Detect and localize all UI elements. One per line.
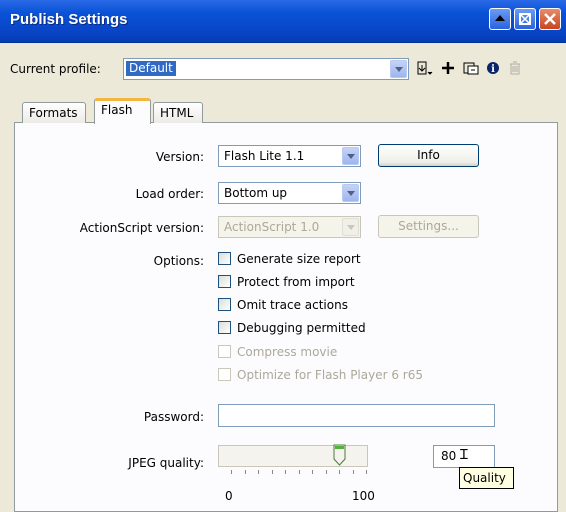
settings-button-label: Settings... — [398, 219, 459, 233]
password-input[interactable] — [218, 404, 495, 427]
chevron-down-icon — [342, 218, 359, 236]
slider-ticks — [231, 470, 367, 475]
debugging-permitted-checkbox[interactable]: Debugging permitted — [218, 321, 366, 341]
tab-html[interactable]: HTML — [153, 102, 203, 123]
slider-tick — [298, 470, 300, 474]
load-order-label: Load order: — [135, 187, 204, 201]
slider-tick — [258, 470, 259, 474]
version-value: Flash Lite 1.1 — [224, 149, 305, 163]
current-profile-label: Current profile: — [10, 62, 101, 76]
actionscript-version-select: ActionScript 1.0 — [218, 216, 361, 238]
load-order-value: Bottom up — [224, 186, 288, 200]
settings-button: Settings... — [378, 215, 479, 238]
option-label: Protect from import — [237, 275, 355, 289]
jpeg-quality-input[interactable]: 80 Ɪ — [433, 445, 495, 468]
chevron-down-icon[interactable] — [342, 147, 359, 165]
duplicate-profile-icon[interactable] — [461, 58, 481, 80]
slider-tick — [231, 470, 232, 474]
current-profile-select[interactable]: Default — [123, 58, 409, 80]
current-profile-value: Default — [126, 61, 176, 76]
omit-trace-actions-checkbox[interactable]: Omit trace actions — [218, 298, 348, 318]
delete-profile-icon — [505, 58, 525, 80]
title-bar: Publish Settings — [0, 0, 566, 43]
chevron-down-icon[interactable] — [342, 184, 359, 202]
restore-icon[interactable] — [514, 8, 536, 30]
import-export-icon[interactable] — [414, 58, 434, 80]
option-label: Generate size report — [237, 252, 361, 266]
version-label: Version: — [155, 150, 204, 164]
option-label: Optimize for Flash Player 6 r65 — [237, 368, 424, 382]
text-cursor-icon: Ɪ — [460, 447, 468, 463]
chevron-down-icon[interactable] — [390, 60, 407, 78]
version-select[interactable]: Flash Lite 1.1 — [218, 145, 361, 167]
info-button[interactable]: Info — [378, 144, 479, 167]
protect-from-import-checkbox[interactable]: Protect from import — [218, 275, 355, 295]
checkbox-box — [218, 345, 231, 358]
option-label: Omit trace actions — [237, 298, 348, 312]
tab-formats[interactable]: Formats — [22, 102, 86, 123]
actionscript-version-value: ActionScript 1.0 — [224, 220, 320, 234]
password-label: Password: — [143, 410, 204, 424]
generate-size-report-checkbox[interactable]: Generate size report — [218, 252, 361, 272]
checkbox-box — [218, 368, 231, 381]
close-icon[interactable] — [539, 8, 561, 30]
quality-tooltip: Quality — [459, 467, 514, 489]
scale-min-label: 0 — [225, 489, 233, 503]
window-title: Publish Settings — [10, 11, 128, 28]
checkbox-box[interactable] — [218, 321, 231, 334]
tab-flash[interactable]: Flash — [94, 98, 151, 124]
slider-tick — [271, 470, 273, 474]
jpeg-quality-slider[interactable] — [218, 445, 368, 467]
compress-movie-checkbox: Compress movie — [218, 345, 337, 365]
options-label: Options: — [153, 254, 204, 268]
slider-tick — [285, 470, 286, 474]
tab-flash-label: Flash — [101, 103, 133, 117]
scale-max-label: 100 — [352, 489, 375, 503]
jpeg-quality-value: 80 — [441, 449, 457, 463]
tab-html-label: HTML — [160, 106, 194, 120]
slider-tick — [325, 470, 327, 474]
actionscript-version-label: ActionScript version: — [79, 221, 204, 235]
slider-tick — [244, 470, 246, 474]
slider-tick — [339, 470, 340, 474]
tab-formats-label: Formats — [29, 106, 78, 120]
load-order-select[interactable]: Bottom up — [218, 182, 361, 204]
add-profile-icon[interactable] — [438, 58, 458, 80]
svg-text:i: i — [491, 64, 495, 75]
optimize-flash-player-checkbox: Optimize for Flash Player 6 r65 — [218, 368, 423, 388]
info-button-label: Info — [417, 148, 440, 162]
profile-info-icon[interactable]: i — [483, 58, 503, 80]
option-label: Debugging permitted — [237, 321, 366, 335]
slider-tick — [366, 470, 367, 474]
slider-tick — [352, 470, 354, 474]
slider-thumb[interactable] — [333, 444, 346, 466]
option-label: Compress movie — [237, 345, 338, 359]
checkbox-box[interactable] — [218, 252, 231, 265]
checkbox-box[interactable] — [218, 298, 231, 311]
minimize-icon[interactable] — [489, 8, 511, 30]
jpeg-quality-label: JPEG quality: — [128, 456, 204, 470]
checkbox-box[interactable] — [218, 275, 231, 288]
slider-tick — [312, 470, 313, 474]
